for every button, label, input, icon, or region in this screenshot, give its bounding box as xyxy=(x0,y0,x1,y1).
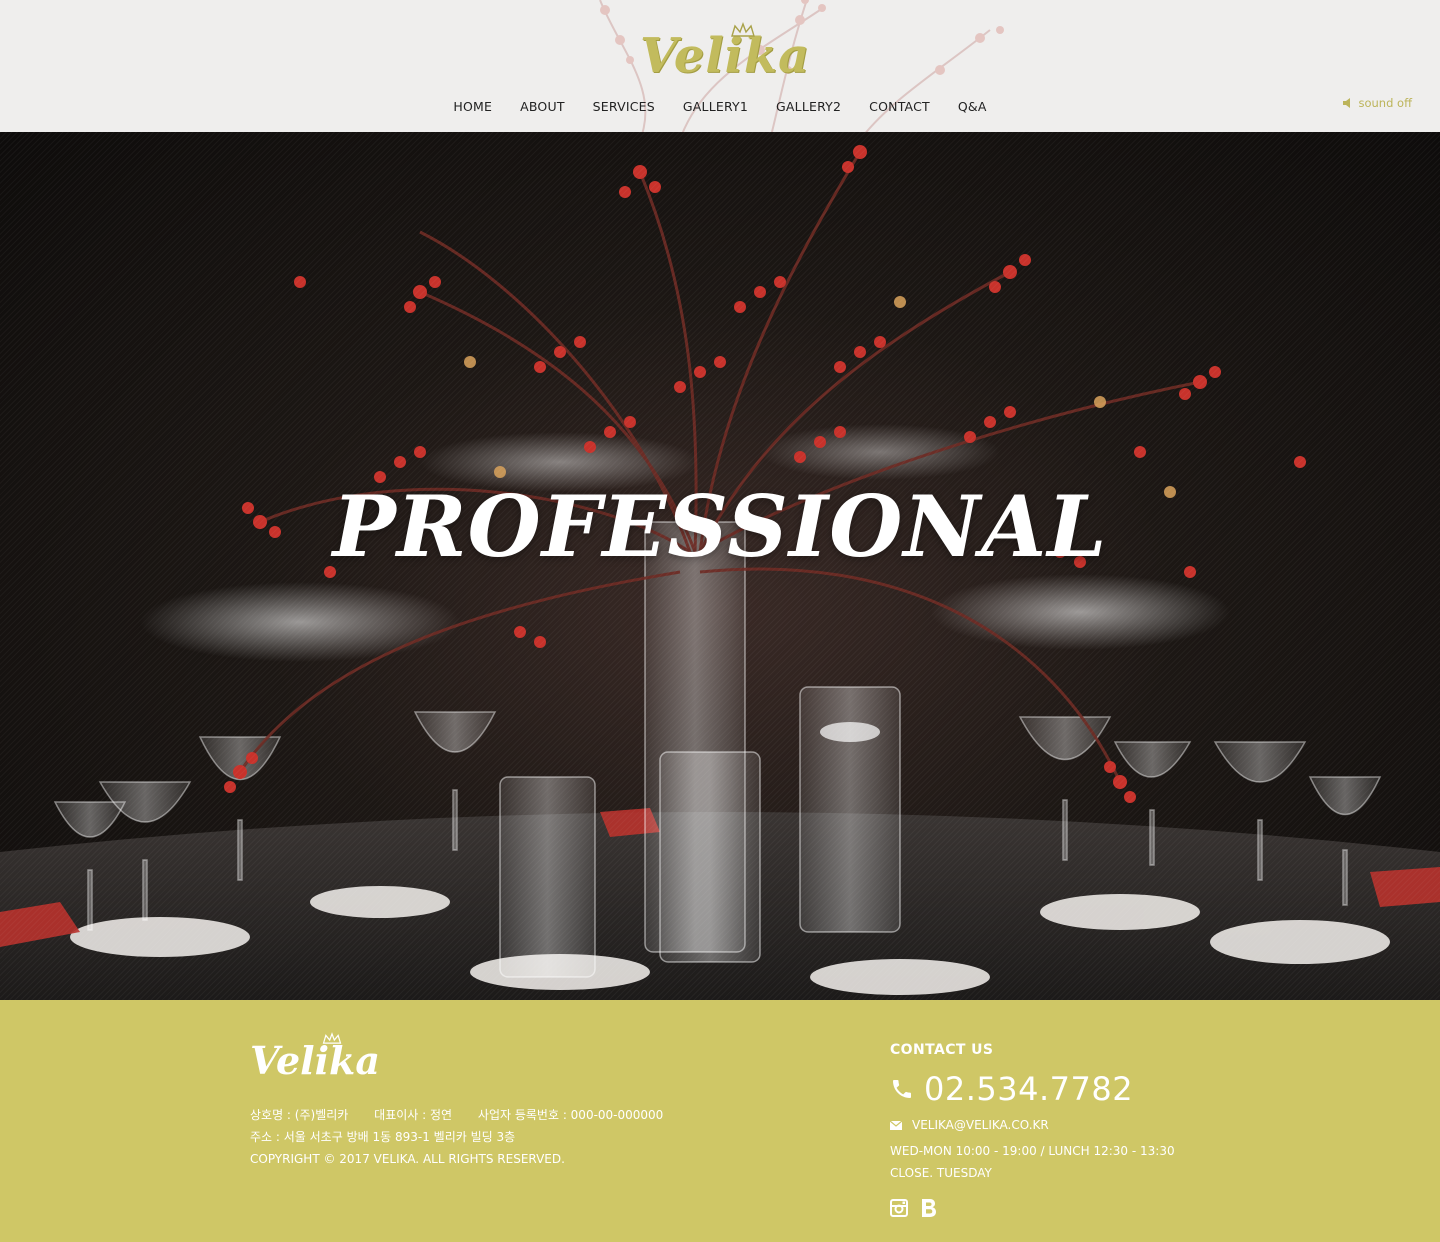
nav-gallery1[interactable]: GALLERY1 xyxy=(683,99,748,114)
nav-contact[interactable]: CONTACT xyxy=(869,99,930,114)
social-links xyxy=(890,1198,1175,1218)
business-hours: WED-MON 10:00 - 19:00 / LUNCH 12:30 - 13… xyxy=(890,1140,1175,1184)
logo-text: Velika xyxy=(640,28,811,84)
crown-icon xyxy=(731,22,755,37)
ceo-name: 대표이사 : 정연 xyxy=(374,1108,453,1122)
nav-qna[interactable]: Q&A xyxy=(958,99,987,114)
company-address: 주소 : 서울 서초구 방배 1동 893-1 벨리카 빌딩 3층 xyxy=(250,1130,516,1144)
footer-logo-text: Velika xyxy=(250,1038,380,1083)
contact-block: CONTACT US 02.534.7782 VELIKA@VELIKA.CO.… xyxy=(890,1042,1175,1218)
contact-title: CONTACT US xyxy=(890,1042,994,1058)
hero-banner: PROFESSIONAL xyxy=(0,132,1440,1000)
site-header: Velika HOME ABOUT SERVICES GALLERY1 GALL… xyxy=(0,0,1440,132)
instagram-icon[interactable] xyxy=(890,1199,908,1217)
company-info: 상호명 : (주)벨리카 대표이사 : 정연 사업자 등록번호 : 000-00… xyxy=(250,1104,685,1170)
nav-services[interactable]: SERVICES xyxy=(593,99,655,114)
mail-icon xyxy=(890,1120,902,1130)
main-nav: HOME ABOUT SERVICES GALLERY1 GALLERY2 CO… xyxy=(0,99,1440,114)
nav-home[interactable]: HOME xyxy=(453,99,492,114)
business-number: 사업자 등록번호 : 000-00-000000 xyxy=(477,1108,664,1122)
header-logo[interactable]: Velika xyxy=(640,22,811,88)
sound-label: sound off xyxy=(1358,96,1412,110)
email-row[interactable]: VELIKA@VELIKA.CO.KR xyxy=(890,1118,1175,1132)
crown-icon xyxy=(322,1032,342,1044)
phone-icon xyxy=(893,1080,911,1098)
hero-title: PROFESSIONAL xyxy=(332,477,1108,576)
closed-day: CLOSE. TUESDAY xyxy=(890,1166,992,1180)
phone-row[interactable]: 02.534.7782 xyxy=(890,1070,1175,1108)
company-name: 상호명 : (주)벨리카 xyxy=(250,1108,349,1122)
nav-gallery2[interactable]: GALLERY2 xyxy=(776,99,841,114)
footer-logo[interactable]: Velika xyxy=(250,1032,380,1083)
sound-toggle[interactable]: sound off xyxy=(1343,96,1412,110)
email-address: VELIKA@VELIKA.CO.KR xyxy=(912,1118,1049,1132)
blog-icon[interactable] xyxy=(920,1198,938,1218)
nav-about[interactable]: ABOUT xyxy=(520,99,565,114)
site-footer: Velika 상호명 : (주)벨리카 대표이사 : 정연 사업자 등록번호 :… xyxy=(0,1000,1440,1242)
speaker-icon xyxy=(1343,98,1351,108)
opening-hours: WED-MON 10:00 - 19:00 / LUNCH 12:30 - 13… xyxy=(890,1144,1175,1158)
phone-number: 02.534.7782 xyxy=(924,1070,1134,1108)
copyright: COPYRIGHT © 2017 VELIKA. ALL RIGHTS RESE… xyxy=(250,1152,565,1166)
